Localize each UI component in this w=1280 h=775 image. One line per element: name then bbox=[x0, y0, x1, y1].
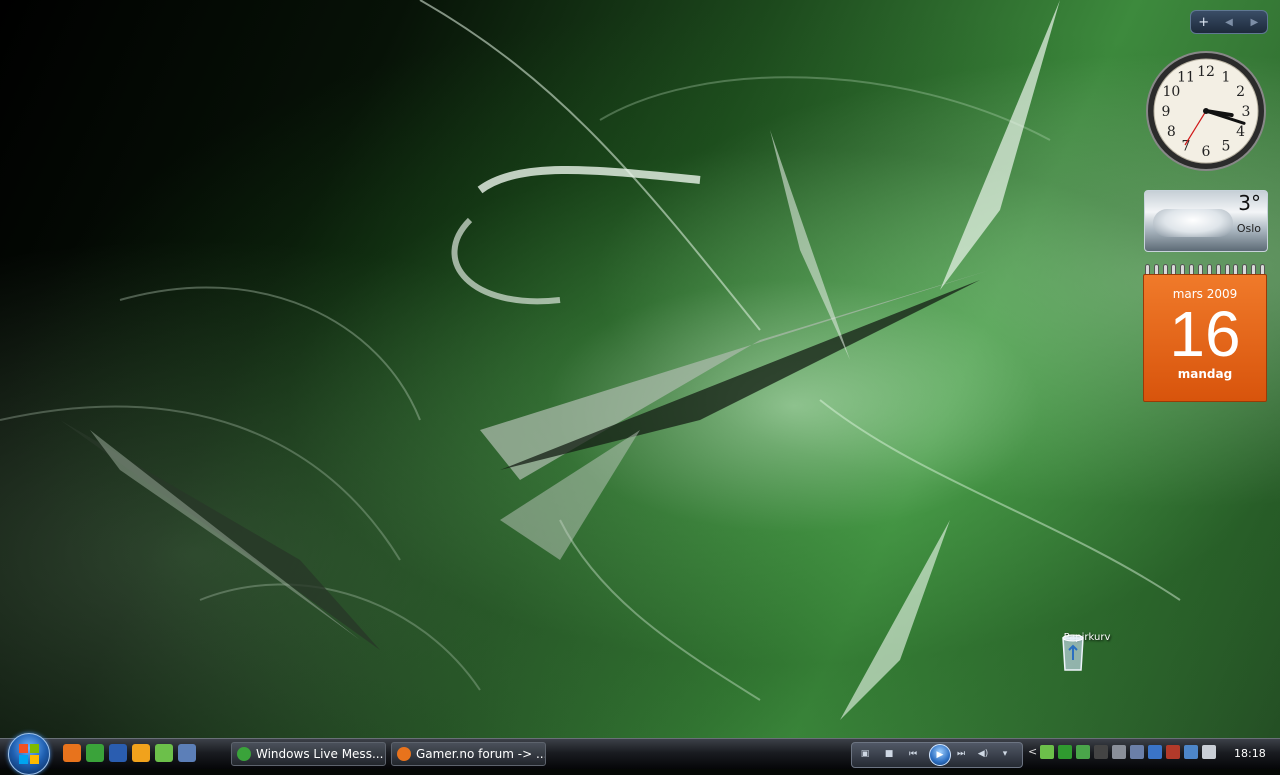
display-icon[interactable] bbox=[1130, 745, 1144, 759]
desktop-icon-recycle-bin[interactable]: Papirkurv bbox=[1058, 632, 1116, 671]
taskbar: Windows Live Mess... Gamer.no forum -> .… bbox=[0, 733, 1280, 775]
calendar-gadget[interactable]: mars 2009 16 mandag bbox=[1143, 262, 1267, 402]
system-tray: < bbox=[1028, 745, 1216, 759]
media-player-toolbar: ▣ ■ ⏮ ▶ ⏭ ◀) ▾ bbox=[851, 742, 1023, 768]
antivirus-icon[interactable] bbox=[1148, 745, 1162, 759]
stop-button[interactable]: ■ bbox=[882, 748, 896, 760]
taskbar-button-label: Gamer.no forum -> ... bbox=[416, 747, 546, 761]
quick-launch-messenger-icon[interactable] bbox=[86, 744, 104, 762]
quick-launch-editor-icon[interactable] bbox=[178, 744, 196, 762]
clock-number: 3 bbox=[1242, 104, 1251, 120]
calendar-page: mars 2009 16 mandag bbox=[1143, 274, 1267, 402]
previous-track-button[interactable]: ⏮ bbox=[906, 748, 920, 760]
taskbar-clock[interactable]: 18:18 bbox=[1234, 747, 1266, 760]
network-icon[interactable] bbox=[1184, 745, 1198, 759]
clock-number: 11 bbox=[1177, 69, 1195, 85]
messenger-icon bbox=[237, 747, 251, 761]
messenger-tray-icon[interactable] bbox=[1076, 745, 1090, 759]
quick-launch bbox=[63, 744, 196, 764]
play-button[interactable]: ▶ bbox=[929, 744, 951, 766]
windows-logo-icon bbox=[19, 744, 39, 764]
next-track-button[interactable]: ⏭ bbox=[954, 748, 968, 760]
clock-number: 9 bbox=[1162, 104, 1171, 120]
firefox-icon bbox=[397, 747, 411, 761]
cloudy-weather-icon bbox=[1153, 209, 1233, 237]
clock-number: 2 bbox=[1236, 84, 1245, 100]
volume-icon-player[interactable]: ◀) bbox=[976, 748, 990, 760]
clock-number: 6 bbox=[1202, 144, 1211, 160]
clock-number: 1 bbox=[1222, 69, 1231, 85]
start-button[interactable] bbox=[8, 733, 50, 775]
taskbar-button-messenger[interactable]: Windows Live Mess... bbox=[231, 742, 386, 766]
taskbar-button-label: Windows Live Mess... bbox=[256, 747, 384, 761]
weather-temperature: 3° bbox=[1238, 191, 1261, 215]
quick-launch-spotify-icon[interactable] bbox=[155, 744, 173, 762]
safely-remove-icon[interactable] bbox=[1166, 745, 1180, 759]
sidebar-controls: + ◀ ▶ bbox=[1190, 10, 1268, 34]
taskbar-button-firefox[interactable]: Gamer.no forum -> ... bbox=[391, 742, 546, 766]
steam-tray-icon[interactable] bbox=[1094, 745, 1108, 759]
media-player-switch-icon[interactable]: ▣ bbox=[858, 748, 872, 760]
show-hidden-icons-chevron-icon[interactable]: < bbox=[1028, 745, 1037, 759]
spotify-tray-icon[interactable] bbox=[1040, 745, 1054, 759]
quick-launch-firefox-icon[interactable] bbox=[63, 744, 81, 762]
clock-number: 8 bbox=[1167, 124, 1176, 140]
network-signal-icon[interactable] bbox=[1112, 745, 1126, 759]
quick-launch-media-player-icon[interactable] bbox=[132, 744, 150, 762]
player-menu-chevron-icon[interactable]: ▾ bbox=[998, 748, 1012, 760]
clock-number: 10 bbox=[1162, 84, 1180, 100]
next-page-button[interactable]: ▶ bbox=[1243, 17, 1265, 28]
desktop[interactable]: + ◀ ▶ 12 1 2 3 4 5 6 7 8 9 10 11 3° Oslo mars 2009 … bbox=[0, 0, 1280, 738]
wallpaper bbox=[0, 0, 1181, 720]
weather-gadget[interactable]: 3° Oslo bbox=[1144, 190, 1268, 252]
weather-city: Oslo bbox=[1236, 222, 1261, 235]
quick-launch-word-icon[interactable] bbox=[109, 744, 127, 762]
clock-gadget[interactable]: 12 1 2 3 4 5 6 7 8 9 10 11 bbox=[1145, 50, 1267, 172]
clock-number: 5 bbox=[1222, 139, 1231, 155]
clock-number: 4 bbox=[1236, 124, 1245, 140]
clock-number: 12 bbox=[1197, 64, 1215, 80]
volume-icon[interactable] bbox=[1202, 745, 1216, 759]
add-gadget-button[interactable]: + bbox=[1193, 15, 1215, 30]
recycle-bin-icon bbox=[1062, 634, 1084, 671]
h-tray-icon[interactable] bbox=[1058, 745, 1072, 759]
previous-page-button[interactable]: ◀ bbox=[1218, 17, 1240, 28]
clock-number: 7 bbox=[1182, 139, 1191, 155]
analog-clock-face: 12 12 3 45678 9 1011 bbox=[1146, 51, 1266, 171]
calendar-weekday: mandag bbox=[1177, 367, 1233, 381]
calendar-day-number: 16 bbox=[1169, 298, 1241, 370]
